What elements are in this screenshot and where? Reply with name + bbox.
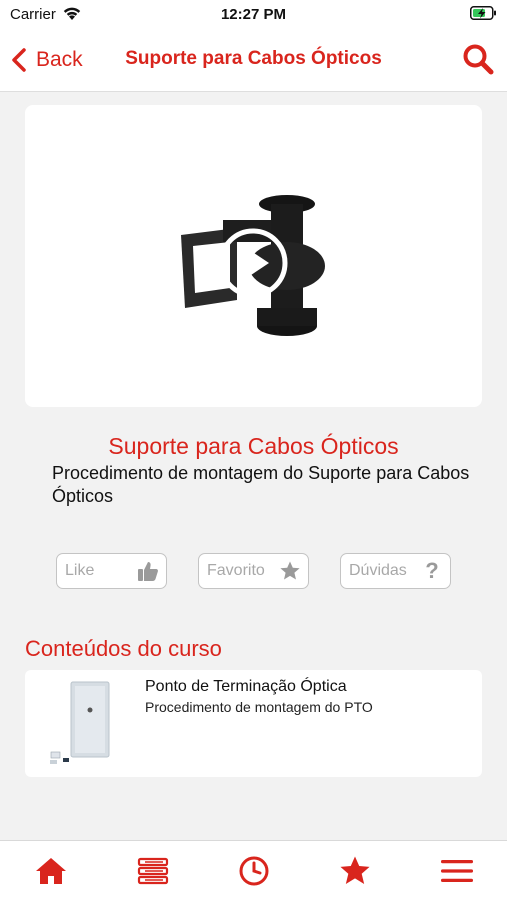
- back-button[interactable]: Back: [10, 44, 83, 76]
- navigation-bar: Back Suporte para Cabos Ópticos: [0, 30, 507, 92]
- tab-menu[interactable]: [439, 853, 475, 889]
- course-description: Procedimento de montagem do Suporte para…: [52, 463, 470, 506]
- favorite-label: Favorito: [207, 562, 265, 579]
- play-icon[interactable]: [217, 227, 289, 299]
- clock-time: 12:27 PM: [220, 6, 287, 23]
- list-item[interactable]: Ponto de Terminação Óptica Procedimento …: [25, 670, 482, 777]
- course-title: Suporte para Cabos Ópticos: [108, 433, 399, 459]
- pto-thumbnail: [50, 681, 110, 764]
- like-button[interactable]: Like: [56, 553, 167, 589]
- star-icon: [340, 856, 370, 884]
- star-icon: [279, 560, 301, 582]
- library-icon: [137, 857, 169, 885]
- back-chevron-icon: [12, 48, 26, 72]
- thumbs-up-icon: [137, 560, 159, 582]
- questions-button[interactable]: Dúvidas ?: [340, 553, 451, 589]
- back-label: Back: [36, 48, 83, 71]
- tab-bar: [0, 840, 507, 900]
- video-player[interactable]: [25, 105, 482, 407]
- clock-icon: [239, 856, 269, 886]
- item-title: Ponto de Terminação Óptica: [145, 678, 347, 695]
- status-bar: Carrier 12:27 PM: [0, 0, 507, 30]
- questions-label: Dúvidas: [349, 562, 407, 579]
- tab-favorites[interactable]: [337, 853, 373, 889]
- item-subtitle: Procedimento de montagem do PTO: [145, 699, 373, 715]
- tab-home[interactable]: [33, 853, 69, 889]
- battery-charging-icon: [470, 6, 496, 20]
- tab-library[interactable]: [135, 853, 171, 889]
- question-icon: ?: [425, 558, 439, 583]
- tab-history[interactable]: [236, 853, 272, 889]
- like-label: Like: [65, 562, 95, 579]
- search-icon[interactable]: [461, 42, 495, 76]
- menu-icon: [441, 860, 473, 882]
- home-icon: [36, 858, 66, 884]
- section-title: Conteúdos do curso: [25, 636, 222, 661]
- favorite-button[interactable]: Favorito: [198, 553, 309, 589]
